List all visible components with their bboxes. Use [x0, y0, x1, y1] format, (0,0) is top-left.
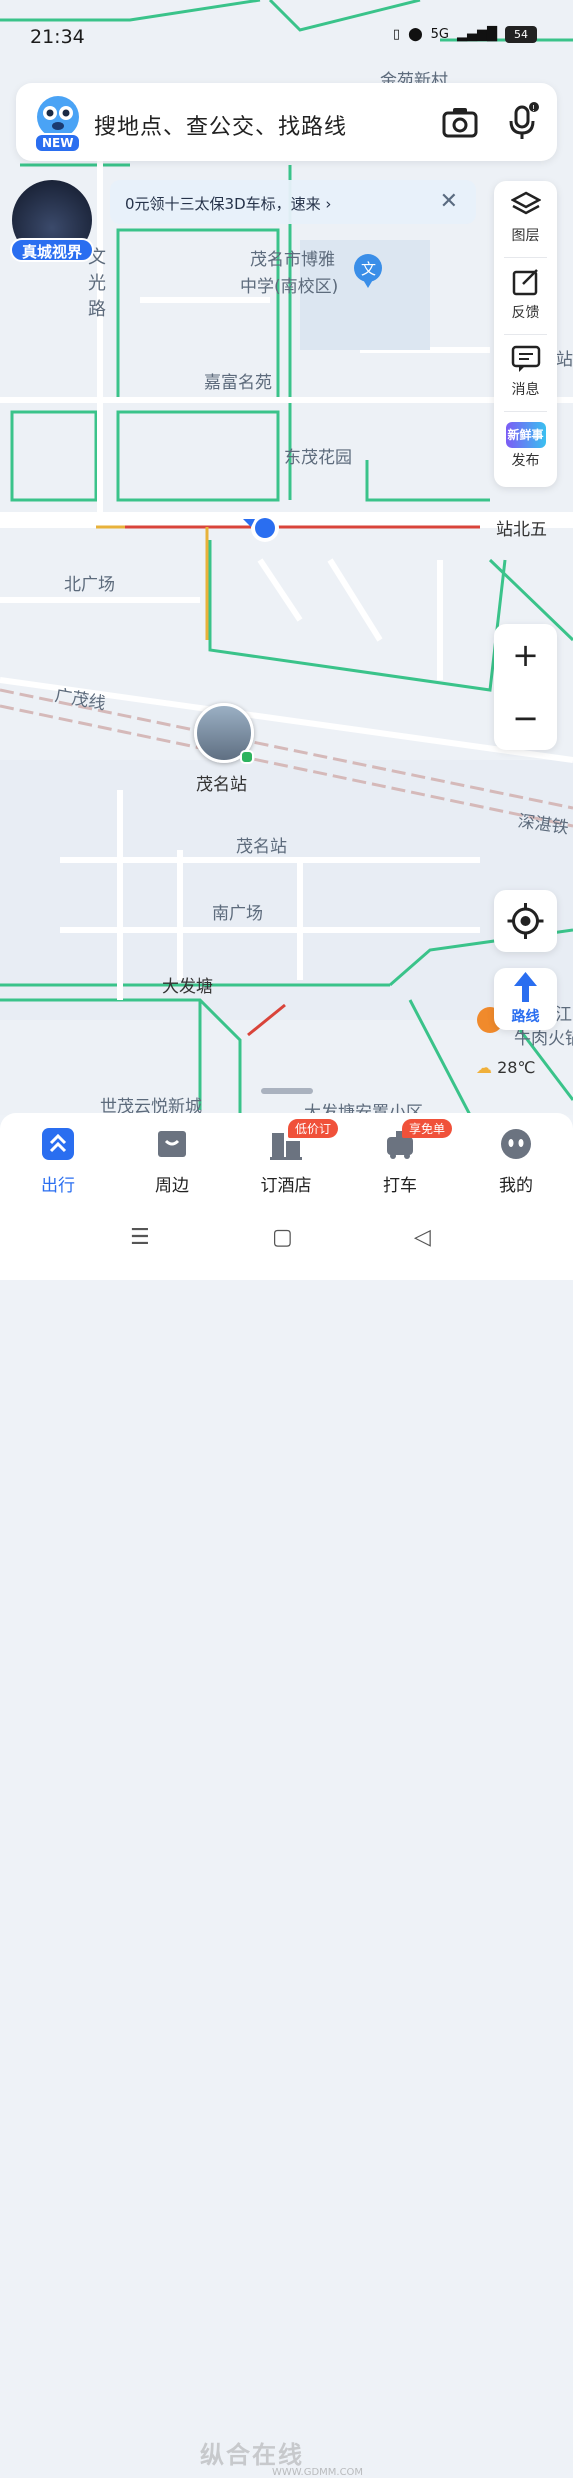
system-nav-bar: ☰ ▢ ◁ 纵合在线 WWW.GDMM.COM [0, 1203, 573, 2478]
publish-icon: 新鲜事 [505, 422, 546, 448]
status-icons: ▯ ⬤ 5G ▂▄▆█ 54 [393, 26, 537, 43]
promo-notice-text[interactable]: 0元领十三太保3D车标，速来 › [125, 193, 331, 214]
profile-icon [501, 1129, 531, 1159]
status-bar: 21:34 ▯ ⬤ 5G ▂▄▆█ 54 [0, 0, 573, 70]
layers-button[interactable]: 图层 [494, 181, 557, 257]
map-label-dongmao[interactable]: 东茂花园 [284, 443, 352, 468]
status-time: 21:34 [30, 26, 85, 48]
feedback-label: 反馈 [511, 305, 540, 321]
map-label-nanguangchang: 南广场 [212, 904, 263, 924]
layers-label: 图层 [511, 228, 540, 244]
search-bar[interactable]: NEW 搜地点、查公交、找路线 ! [16, 83, 557, 161]
tab-label: 我的 [499, 1176, 533, 1196]
route-label: 路线 [511, 1009, 540, 1025]
route-arrow-icon [514, 972, 537, 1002]
map-label-school-2[interactable]: 中学(南校区) [240, 272, 338, 297]
map-label-station-2: 茂名站 [236, 837, 287, 857]
hotel-badge: 低价订 [288, 1119, 339, 1138]
zoom-out-button[interactable]: − [494, 687, 557, 750]
tab-label: 周边 [155, 1176, 189, 1196]
message-icon [511, 345, 540, 372]
city-view-button[interactable]: 真城视界 [10, 180, 94, 264]
map-label-zhanbeiwu: 站北五 [496, 520, 547, 540]
tab-nearby[interactable]: 周边 [122, 1127, 222, 1196]
route-button[interactable]: 路线 [494, 968, 557, 1030]
tab-label: 打车 [383, 1176, 417, 1196]
weather-cloud-icon: ☁ [476, 1058, 492, 1077]
network-label: 5G [430, 27, 449, 42]
close-icon[interactable]: ✕ [440, 189, 458, 214]
map-label-jiafu[interactable]: 嘉富名苑 [204, 368, 272, 393]
map-label-zhan: 站 [556, 350, 573, 370]
travel-icon [42, 1128, 74, 1160]
map-tools-panel: 图层 反馈 消息 新鲜事 发布 [494, 181, 557, 487]
new-badge: NEW [34, 133, 82, 153]
watermark-logo: 纵合在线 [200, 2441, 304, 2469]
vibrate-icon: ▯ [392, 27, 401, 42]
svg-text:!: ! [532, 104, 535, 113]
battery-icon: 54 [505, 26, 537, 43]
camera-icon[interactable] [442, 105, 478, 139]
weather-temp: 28℃ [497, 1058, 536, 1077]
message-button[interactable]: 消息 [494, 335, 557, 411]
bottom-tab-bar: 出行 周边 低价订 订酒店 享免单 打车 我的 [0, 1113, 573, 1203]
station-status-dot [240, 750, 254, 764]
publish-label: 发布 [511, 453, 540, 469]
tab-travel[interactable]: 出行 [8, 1127, 108, 1196]
weather-widget[interactable]: ☁ 28℃ [476, 1058, 535, 1077]
location-icon: ⬤ [408, 27, 423, 42]
map-label-shimao[interactable]: 世茂云悦新城 [100, 1092, 202, 1115]
map-canvas[interactable]: 文 金苑新村 文 光 路 茂名市博雅 中学(南校区) 嘉富名苑 东茂花园 站北五… [0, 0, 573, 1115]
feedback-icon [512, 269, 538, 296]
search-input[interactable]: 搜地点、查公交、找路线 [94, 109, 347, 141]
zoom-controls: + − [494, 624, 557, 750]
drag-handle[interactable] [261, 1088, 313, 1094]
map-label-jiang: 江 [555, 1005, 572, 1025]
layers-icon [509, 191, 542, 215]
crosshair-icon [507, 903, 544, 939]
map-label-dafatang: 大发塘 [162, 977, 213, 997]
message-label: 消息 [511, 382, 540, 398]
zoom-in-button[interactable]: + [494, 624, 557, 687]
tab-taxi[interactable]: 享免单 打车 [350, 1119, 453, 1196]
home-icon[interactable]: ▢ [272, 1225, 293, 1250]
map-roads: 文 [0, 0, 573, 1115]
publish-button[interactable]: 新鲜事 发布 [494, 412, 557, 488]
tab-label: 订酒店 [260, 1176, 312, 1196]
promo-notice[interactable]: 0元领十三太保3D车标，速来 › ✕ [110, 180, 476, 224]
tab-hotel[interactable]: 低价订 订酒店 [236, 1119, 339, 1196]
taxi-badge: 享免单 [402, 1119, 453, 1138]
map-label-beiguangchang: 北广场 [64, 575, 115, 595]
tab-profile[interactable]: 我的 [466, 1127, 566, 1196]
tab-label: 出行 [41, 1176, 75, 1196]
locate-button[interactable] [494, 890, 557, 952]
signal-icon: ▂▄▆█ [457, 27, 497, 42]
back-icon[interactable]: ◁ [414, 1225, 431, 1250]
microphone-icon[interactable]: ! [506, 101, 540, 141]
map-label-station[interactable]: 茂名站 [196, 770, 247, 795]
svg-text:文: 文 [361, 260, 376, 278]
city-view-label: 真城视界 [10, 238, 94, 262]
watermark-url: WWW.GDMM.COM [272, 2467, 364, 2478]
menu-icon[interactable]: ☰ [130, 1225, 150, 1250]
map-label-school-1[interactable]: 茂名市博雅 [250, 245, 335, 270]
nearby-icon [158, 1131, 186, 1157]
feedback-button[interactable]: 反馈 [494, 258, 557, 334]
